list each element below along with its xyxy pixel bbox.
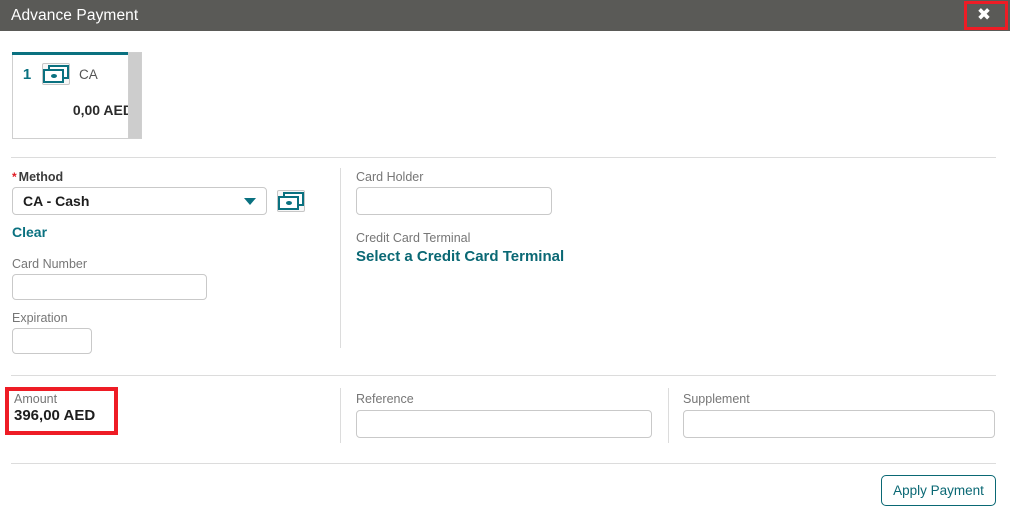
method-label: * Method bbox=[12, 170, 332, 184]
amount-block: Amount 396,00 AED bbox=[14, 392, 95, 424]
payment-lines-area: 1 CA 0,00 AED bbox=[0, 31, 1010, 151]
payment-form-right: Card Holder Credit Card Terminal Select … bbox=[356, 170, 676, 266]
supplement-input[interactable] bbox=[683, 410, 995, 438]
reference-block: Reference bbox=[356, 392, 652, 438]
chevron-down-icon bbox=[244, 198, 256, 205]
totals-divider-1 bbox=[340, 388, 341, 443]
payment-line-sequence: 1 bbox=[22, 65, 32, 83]
payment-line-method-icon-button[interactable] bbox=[42, 63, 70, 85]
card-holder-input[interactable] bbox=[356, 187, 552, 215]
totals-divider-2 bbox=[668, 388, 669, 443]
window-title: Advance Payment bbox=[11, 6, 139, 24]
reference-input[interactable] bbox=[356, 410, 652, 438]
amount-value: 396,00 AED bbox=[14, 407, 96, 424]
expiration-input[interactable] bbox=[12, 328, 92, 354]
cash-icon bbox=[43, 65, 69, 83]
method-cash-icon-button[interactable] bbox=[277, 190, 305, 212]
supplement-block: Supplement bbox=[683, 392, 995, 438]
card-number-label: Card Number bbox=[12, 257, 88, 271]
credit-card-terminal-label: Credit Card Terminal bbox=[356, 231, 471, 245]
card-holder-label: Card Holder bbox=[356, 170, 424, 184]
divider-footer bbox=[11, 463, 996, 464]
required-asterisk-icon: * bbox=[12, 170, 17, 184]
amount-label: Amount bbox=[14, 392, 58, 406]
method-label-text: Method bbox=[18, 170, 64, 184]
cash-icon bbox=[278, 192, 304, 210]
method-row: CA - Cash bbox=[12, 187, 332, 215]
card-number-input[interactable] bbox=[12, 274, 207, 300]
close-icon: ✖ bbox=[976, 5, 992, 25]
clear-link[interactable]: Clear bbox=[12, 224, 47, 240]
payment-lines-scrollbar[interactable] bbox=[128, 52, 142, 139]
form-vertical-divider bbox=[340, 168, 341, 348]
select-credit-card-terminal-link[interactable]: Select a Credit Card Terminal bbox=[356, 248, 564, 265]
method-select[interactable]: CA - Cash bbox=[12, 187, 267, 215]
payment-line-amount: 0,00 AED bbox=[72, 102, 133, 118]
payment-line-header: 1 CA bbox=[21, 61, 133, 87]
payment-form-left: * Method CA - Cash Clear Card Number Expi… bbox=[12, 170, 332, 354]
payment-line-card[interactable]: 1 CA 0,00 AED bbox=[12, 55, 142, 139]
window-titlebar: Advance Payment ✖ bbox=[0, 0, 1010, 31]
close-button[interactable]: ✖ bbox=[958, 0, 1010, 31]
reference-label: Reference bbox=[356, 392, 414, 406]
divider-top bbox=[11, 157, 996, 158]
expiration-label: Expiration bbox=[12, 311, 68, 325]
divider-middle bbox=[11, 375, 996, 376]
method-select-value: CA - Cash bbox=[23, 193, 90, 209]
apply-payment-button[interactable]: Apply Payment bbox=[881, 475, 996, 506]
payment-line-method-code: CA bbox=[79, 66, 98, 82]
supplement-label: Supplement bbox=[683, 392, 750, 406]
